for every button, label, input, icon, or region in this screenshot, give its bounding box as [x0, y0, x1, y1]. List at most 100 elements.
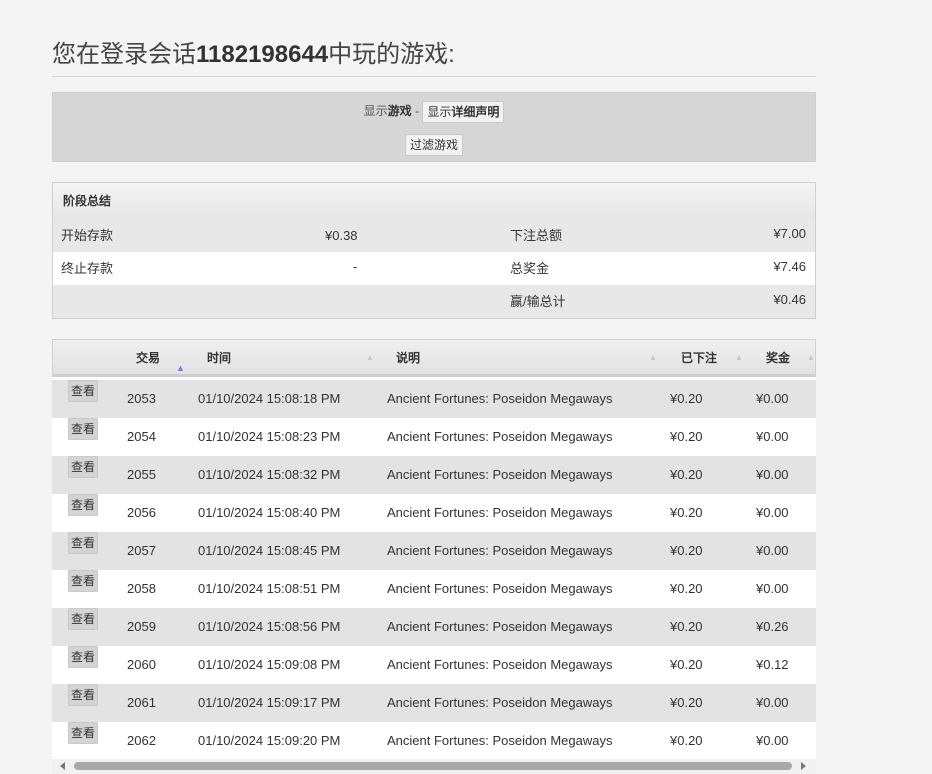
start-balance-label: 开始存款 — [61, 228, 114, 243]
total-bet-label: 下注总额 — [510, 228, 563, 243]
transaction-id: 2058 — [127, 581, 156, 596]
win-amount: ¥0.00 — [756, 429, 789, 444]
game-description: Ancient Fortunes: Poseidon Megaways — [387, 657, 613, 672]
game-history-table: 交易 ▲ 时间 ▲▼ 说明 ▲▼ 已下注 ▲▼ 奖金 ▲▼ 查看 2053 01/1… — [52, 339, 816, 767]
view-button[interactable]: 查看 — [68, 722, 99, 744]
game-time: 01/10/2024 15:08:23 PM — [198, 429, 341, 444]
game-filter-toolbar: 显示游戏 - 显示详细声明 过滤游戏 — [52, 92, 816, 162]
period-summary-header: 阶段总结 — [53, 183, 815, 219]
net-result-value: ¥0.46 — [773, 292, 806, 307]
total-bet-value: ¥7.00 — [773, 226, 806, 241]
column-header-transaction[interactable]: 交易 — [136, 340, 160, 376]
game-time: 01/10/2024 15:08:56 PM — [198, 619, 341, 634]
table-header: 交易 ▲ 时间 ▲▼ 说明 ▲▼ 已下注 ▲▼ 奖金 ▲▼ — [52, 339, 816, 398]
view-button[interactable]: 查看 — [68, 532, 99, 554]
table-row: 查看 2060 01/10/2024 15:09:08 PM Ancient Fort… — [52, 646, 816, 684]
game-description: Ancient Fortunes: Poseidon Megaways — [387, 391, 613, 406]
transaction-id: 2059 — [127, 619, 156, 634]
transaction-id: 2053 — [127, 391, 156, 406]
table-row: 查看 2062 01/10/2024 15:09:20 PM Ancient Fort… — [52, 722, 816, 760]
game-time: 01/10/2024 15:08:51 PM — [198, 581, 341, 596]
transaction-id: 2056 — [127, 505, 156, 520]
win-amount: ¥0.00 — [756, 505, 789, 520]
view-button[interactable]: 查看 — [68, 646, 99, 668]
view-button[interactable]: 查看 — [68, 570, 99, 592]
game-description: Ancient Fortunes: Poseidon Megaways — [387, 695, 613, 710]
game-time: 01/10/2024 15:08:45 PM — [198, 543, 341, 558]
view-button[interactable]: 查看 — [68, 684, 99, 706]
show-detailed-statement-button[interactable]: 显示详细声明 — [422, 100, 505, 123]
title-divider — [52, 76, 816, 77]
total-win-value: ¥7.46 — [773, 259, 806, 274]
game-time: 01/10/2024 15:09:20 PM — [198, 733, 341, 748]
scroll-right-arrow-icon[interactable] — [801, 762, 806, 770]
transaction-id: 2060 — [127, 657, 156, 672]
table-row: 查看 2059 01/10/2024 15:08:56 PM Ancient Fort… — [52, 608, 816, 646]
scrollbar-thumb[interactable] — [74, 762, 792, 770]
bet-amount: ¥0.20 — [670, 619, 703, 634]
win-amount: ¥0.00 — [756, 695, 789, 710]
table-row: 查看 2053 01/10/2024 15:08:18 PM Ancient Fort… — [52, 380, 816, 418]
game-time: 01/10/2024 15:08:32 PM — [198, 467, 341, 482]
bet-amount: ¥0.20 — [670, 695, 703, 710]
filter-row: 过滤游戏 — [53, 134, 815, 156]
game-description: Ancient Fortunes: Poseidon Megaways — [387, 467, 613, 482]
transaction-id: 2054 — [127, 429, 156, 444]
game-description: Ancient Fortunes: Poseidon Megaways — [387, 619, 613, 634]
bet-amount: ¥0.20 — [670, 429, 703, 444]
horizontal-scrollbar[interactable] — [52, 759, 816, 774]
table-row: 查看 2057 01/10/2024 15:08:45 PM Ancient Fort… — [52, 532, 816, 570]
win-amount: ¥0.00 — [756, 543, 789, 558]
page-title: 您在登录会话1182198644中玩的游戏: — [52, 34, 455, 69]
win-amount: ¥0.00 — [756, 581, 789, 596]
game-description: Ancient Fortunes: Poseidon Megaways — [387, 505, 613, 520]
view-button[interactable]: 查看 — [68, 380, 99, 402]
column-header-description[interactable]: 说明 — [396, 340, 420, 376]
transaction-id: 2057 — [127, 543, 156, 558]
end-balance-value: - — [353, 259, 358, 274]
view-button[interactable]: 查看 — [68, 456, 99, 478]
transaction-id: 2062 — [127, 733, 156, 748]
win-amount: ¥0.00 — [756, 467, 789, 482]
win-amount: ¥0.12 — [756, 657, 789, 672]
table-row: 查看 2055 01/10/2024 15:08:32 PM Ancient Fort… — [52, 456, 816, 494]
game-time: 01/10/2024 15:08:18 PM — [198, 391, 341, 406]
end-balance-label: 终止存款 — [61, 261, 114, 276]
bet-amount: ¥0.20 — [670, 391, 703, 406]
game-description: Ancient Fortunes: Poseidon Megaways — [387, 581, 613, 596]
mode-separator: - — [411, 104, 423, 118]
page-title-suffix: 中玩的游戏: — [328, 41, 455, 68]
game-description: Ancient Fortunes: Poseidon Megaways — [387, 543, 613, 558]
table-row: 查看 2061 01/10/2024 15:09:17 PM Ancient Fort… — [52, 684, 816, 722]
column-header-win[interactable]: 奖金 — [766, 340, 790, 376]
transaction-id: 2061 — [127, 695, 156, 710]
show-games-label: 显示游戏 — [363, 104, 412, 118]
view-button[interactable]: 查看 — [68, 494, 99, 516]
bet-amount: ¥0.20 — [670, 733, 703, 748]
scroll-left-arrow-icon[interactable] — [60, 762, 65, 770]
game-time: 01/10/2024 15:09:08 PM — [198, 657, 341, 672]
win-amount: ¥0.00 — [756, 391, 789, 406]
start-balance-value: ¥0.38 — [325, 228, 358, 243]
period-summary-panel: 阶段总结 开始存款 ¥0.38 下注总额 ¥7.00 终止存款 - 总奖金 ¥7… — [52, 182, 816, 319]
win-amount: ¥0.00 — [756, 733, 789, 748]
column-header-bet[interactable]: 已下注 — [681, 340, 717, 376]
column-header-time[interactable]: 时间 — [207, 340, 231, 376]
filter-games-button[interactable]: 过滤游戏 — [404, 134, 463, 156]
game-description: Ancient Fortunes: Poseidon Megaways — [387, 733, 613, 748]
summary-row: 赢/输总计 ¥0.46 — [53, 285, 815, 318]
bet-amount: ¥0.20 — [670, 505, 703, 520]
bet-amount: ¥0.20 — [670, 543, 703, 558]
table-row: 查看 2058 01/10/2024 15:08:51 PM Ancient Fort… — [52, 570, 816, 608]
summary-row: 开始存款 ¥0.38 下注总额 ¥7.00 — [53, 219, 815, 252]
bet-amount: ¥0.20 — [670, 467, 703, 482]
table-body: 查看 2053 01/10/2024 15:08:18 PM Ancient Fort… — [52, 380, 816, 760]
bet-amount: ¥0.20 — [670, 581, 703, 596]
view-button[interactable]: 查看 — [68, 608, 99, 630]
win-amount: ¥0.26 — [756, 619, 789, 634]
bet-amount: ¥0.20 — [670, 657, 703, 672]
view-button[interactable]: 查看 — [68, 418, 99, 440]
total-win-label: 总奖金 — [510, 261, 550, 276]
table-row: 查看 2054 01/10/2024 15:08:23 PM Ancient Fort… — [52, 418, 816, 456]
game-time: 01/10/2024 15:09:17 PM — [198, 695, 341, 710]
